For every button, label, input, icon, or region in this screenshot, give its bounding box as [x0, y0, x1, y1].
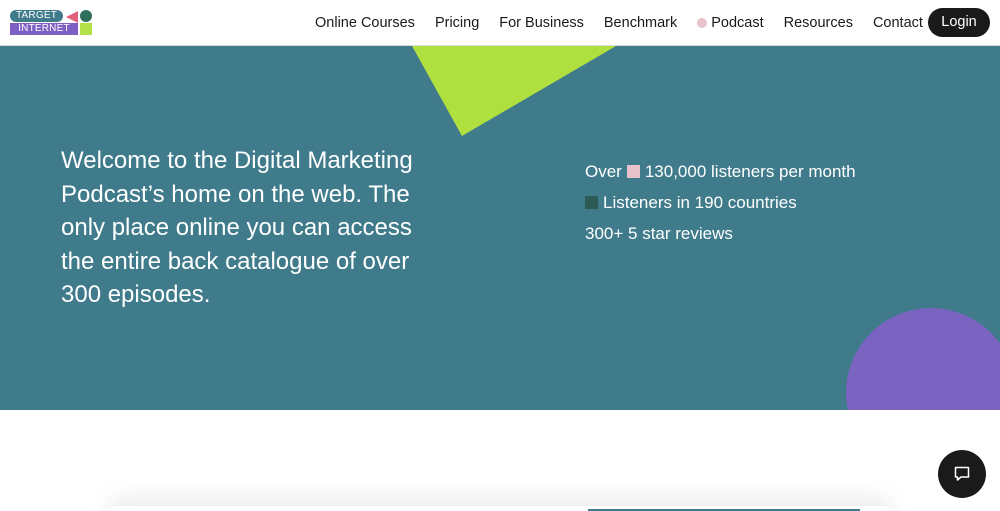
logo-bottom-label: INTERNET	[10, 23, 78, 35]
podcast-dot-icon	[697, 18, 708, 28]
logo-triangle-shape	[66, 11, 78, 23]
stat-listeners-prefix: Over	[585, 161, 622, 181]
nav-for-business[interactable]: For Business	[499, 15, 584, 31]
site-header: TARGET INTERNET Online Courses Pricing F…	[0, 0, 1000, 46]
podcast-stats: Over 130,000 listeners per month Listene…	[585, 156, 856, 249]
dark-square-icon	[585, 196, 598, 209]
stat-reviews-text: 300+ 5 star reviews	[585, 223, 733, 243]
stat-countries: Listeners in 190 countries	[585, 187, 856, 218]
logo-top-label: TARGET	[10, 10, 63, 22]
stat-reviews: 300+ 5 star reviews	[585, 218, 856, 249]
nav-pricing[interactable]: Pricing	[435, 15, 479, 31]
logo-square-shape	[80, 23, 92, 35]
decorative-circle	[846, 308, 1000, 410]
stat-listeners: Over 130,000 listeners per month	[585, 156, 856, 187]
chat-bubble-icon	[954, 466, 970, 481]
decorative-triangle	[412, 46, 616, 136]
nav-resources[interactable]: Resources	[784, 15, 853, 31]
stat-listeners-text: 130,000 listeners per month	[644, 161, 856, 181]
nav-contact[interactable]: Contact	[873, 15, 923, 31]
login-button[interactable]: Login	[928, 8, 990, 37]
content-area	[0, 410, 1000, 511]
logo-circle-shape	[80, 10, 92, 22]
chat-button[interactable]	[938, 450, 986, 498]
target-internet-logo[interactable]: TARGET INTERNET	[10, 8, 94, 38]
hero-heading: Welcome to the Digital Marketing Podcast…	[61, 147, 413, 309]
nav-podcast[interactable]: Podcast	[697, 15, 764, 31]
pink-square-icon	[626, 165, 640, 178]
nav-online-courses[interactable]: Online Courses	[315, 15, 415, 31]
hero-section: Welcome to the Digital Marketing Podcast…	[0, 46, 1000, 410]
stat-countries-text: Listeners in 190 countries	[603, 192, 797, 212]
nav-benchmark[interactable]: Benchmark	[604, 15, 677, 31]
nav-podcast-label: Podcast	[711, 15, 764, 31]
main-nav: Online Courses Pricing For Business Benc…	[305, 0, 933, 46]
